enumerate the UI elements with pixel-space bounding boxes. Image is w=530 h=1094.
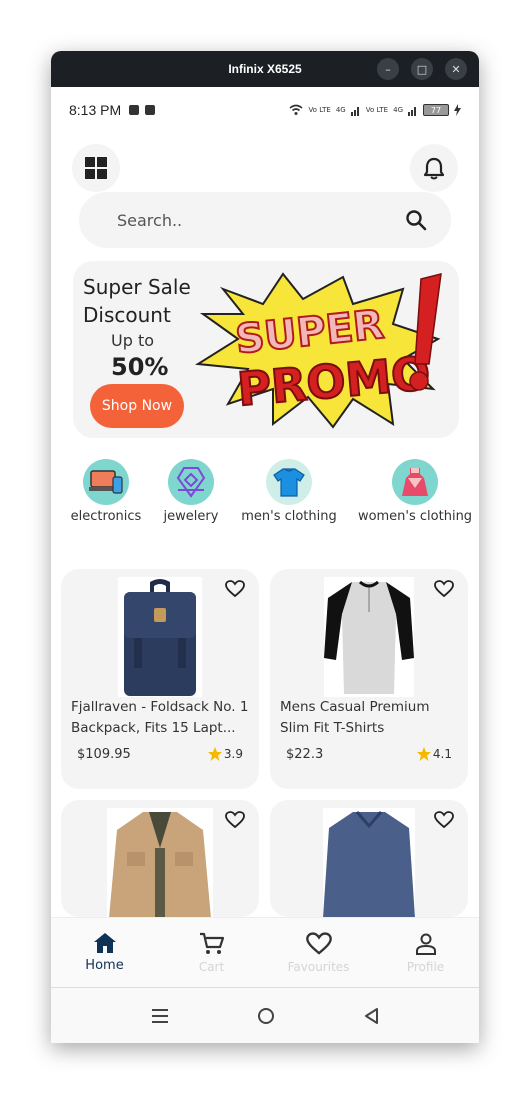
star-icon bbox=[416, 747, 431, 761]
cart-icon bbox=[199, 932, 224, 954]
nav-favourites-label: Favourites bbox=[287, 959, 350, 974]
nav-profile[interactable]: Profile bbox=[372, 918, 479, 987]
jewelry-icon bbox=[168, 459, 214, 505]
search-icon[interactable] bbox=[405, 209, 427, 231]
window-titlebar: Infinix X6525 – □ ✕ bbox=[51, 51, 479, 87]
signal-icon-1 bbox=[350, 106, 359, 116]
signal-icon-2 bbox=[408, 106, 416, 116]
category-label: women's clothing bbox=[357, 509, 473, 524]
promo-discount: 50% bbox=[111, 353, 169, 381]
product-rating: 4.1 bbox=[416, 747, 452, 761]
product-card[interactable]: Mens Casual Premium Slim Fit T-Shirts $2… bbox=[270, 569, 468, 789]
product-name: Mens Casual Premium Slim Fit T-Shirts bbox=[280, 699, 430, 736]
favourite-heart-icon[interactable] bbox=[434, 811, 454, 829]
maximize-button[interactable]: □ bbox=[411, 58, 433, 80]
category-list: electronics jewelery men's clothing wome… bbox=[51, 455, 479, 535]
notification-icon bbox=[129, 105, 140, 115]
nav-home-label: Home bbox=[85, 958, 124, 973]
product-image bbox=[324, 577, 414, 697]
product-rating: 3.9 bbox=[207, 747, 243, 761]
promo-headline: Super Sale Discount bbox=[83, 275, 191, 327]
nav-cart-label: Cart bbox=[198, 959, 225, 974]
person-icon bbox=[415, 933, 436, 955]
product-price: $109.95 bbox=[77, 747, 131, 762]
product-card[interactable] bbox=[270, 800, 468, 917]
category-mens-clothing[interactable]: men's clothing bbox=[237, 459, 341, 524]
status-time: 8:13 PM bbox=[69, 102, 122, 118]
back-triangle-icon[interactable] bbox=[363, 1007, 379, 1025]
notifications-button[interactable] bbox=[410, 144, 458, 192]
menu-grid-button[interactable] bbox=[72, 144, 120, 192]
battery-icon: 77 bbox=[423, 104, 449, 116]
nav-home[interactable]: Home bbox=[51, 918, 158, 987]
shop-now-button[interactable]: Shop Now bbox=[90, 384, 184, 428]
favourite-heart-icon[interactable] bbox=[225, 811, 245, 829]
star-icon bbox=[207, 747, 222, 761]
rating-value: 4.1 bbox=[432, 747, 452, 761]
category-label: electronics bbox=[70, 509, 142, 524]
favourite-heart-icon[interactable] bbox=[225, 580, 245, 598]
promo-banner: Super Sale Discount Up to 50% Shop Now S… bbox=[73, 261, 459, 438]
product-image bbox=[107, 808, 213, 917]
device-window: Infinix X6525 – □ ✕ 8:13 PM Vo LTE 4G Vo… bbox=[51, 51, 479, 1043]
category-jewelery[interactable]: jewelery bbox=[159, 459, 223, 524]
home-circle-icon[interactable] bbox=[257, 1007, 275, 1025]
nav-cart[interactable]: Cart bbox=[158, 918, 265, 987]
search-input[interactable]: Search.. bbox=[117, 211, 405, 230]
category-label: jewelery bbox=[163, 509, 219, 524]
network-label-1: 4G bbox=[335, 106, 346, 114]
search-bar[interactable]: Search.. bbox=[79, 192, 451, 248]
super-promo-graphic: SUPER PROMO bbox=[194, 272, 442, 429]
volte-label-1: Vo LTE bbox=[308, 106, 331, 114]
close-button[interactable]: ✕ bbox=[445, 58, 467, 80]
window-title: Infinix X6525 bbox=[228, 62, 302, 76]
wifi-icon bbox=[289, 104, 303, 115]
charging-icon bbox=[454, 104, 461, 116]
promo-subtext: Up to bbox=[111, 331, 155, 350]
product-name: Fjallraven - Foldsack No. 1 Backpack, Fi… bbox=[71, 699, 249, 736]
recents-menu-icon[interactable] bbox=[151, 1008, 169, 1024]
category-electronics[interactable]: electronics bbox=[70, 459, 142, 524]
favourite-heart-icon[interactable] bbox=[434, 580, 454, 598]
product-image bbox=[118, 577, 202, 697]
bell-icon bbox=[423, 157, 445, 180]
grid-icon bbox=[85, 157, 107, 179]
home-icon bbox=[93, 933, 116, 953]
product-image bbox=[323, 808, 415, 917]
category-label: men's clothing bbox=[241, 509, 337, 524]
minimize-button[interactable]: – bbox=[377, 58, 399, 80]
tshirt-icon bbox=[266, 459, 312, 505]
category-womens-clothing[interactable]: women's clothing bbox=[355, 459, 475, 524]
dress-icon bbox=[392, 459, 438, 505]
volte-label-2: Vo LTE bbox=[365, 106, 389, 114]
product-card[interactable]: Fjallraven - Foldsack No. 1 Backpack, Fi… bbox=[61, 569, 259, 789]
network-label-2: 4G bbox=[393, 106, 403, 114]
system-navigation-bar bbox=[51, 987, 479, 1043]
nav-favourites[interactable]: Favourites bbox=[265, 918, 372, 987]
linkedin-icon bbox=[145, 105, 156, 115]
status-bar: 8:13 PM Vo LTE 4G Vo LTE 4G 77 bbox=[51, 87, 479, 133]
heart-icon bbox=[305, 931, 332, 955]
laptop-phone-icon bbox=[83, 459, 129, 505]
bottom-navigation: Home Cart Favourites Profile bbox=[51, 917, 479, 987]
nav-profile-label: Profile bbox=[406, 959, 445, 974]
product-card[interactable] bbox=[61, 800, 259, 917]
product-price: $22.3 bbox=[286, 747, 324, 762]
rating-value: 3.9 bbox=[223, 747, 243, 761]
